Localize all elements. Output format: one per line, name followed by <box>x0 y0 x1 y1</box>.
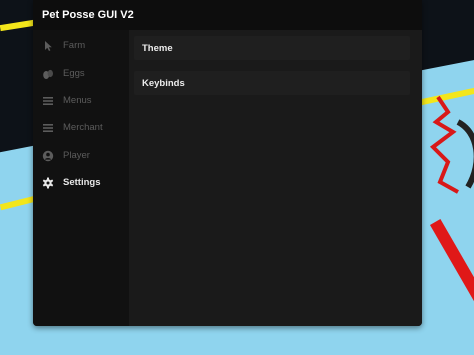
title-bar[interactable]: Pet Posse GUI V2 <box>33 0 422 30</box>
background-red-swirl <box>429 95 474 194</box>
sidebar-item-label: Menus <box>63 95 92 106</box>
sidebar-item-label: Merchant <box>63 122 103 133</box>
keybinds-section[interactable]: Keybinds <box>134 71 410 95</box>
sidebar: Farm Eggs Menus Merchant Player Settings <box>33 30 129 326</box>
gear-icon <box>42 177 54 189</box>
section-label: Theme <box>142 43 173 54</box>
theme-section[interactable]: Theme <box>134 36 410 60</box>
cursor-icon <box>45 41 52 51</box>
sidebar-item-farm[interactable]: Farm <box>33 35 129 57</box>
sidebar-item-merchant[interactable]: Merchant <box>33 117 129 139</box>
sidebar-item-label: Eggs <box>63 68 85 79</box>
background-red-bar <box>430 219 474 355</box>
menu-icon <box>43 97 53 105</box>
sidebar-item-label: Player <box>63 150 90 161</box>
sidebar-item-player[interactable]: Player <box>33 145 129 167</box>
sidebar-item-label: Settings <box>63 177 101 188</box>
sidebar-item-eggs[interactable]: Eggs <box>33 63 129 85</box>
menu-icon <box>43 124 53 132</box>
sidebar-item-settings[interactable]: Settings <box>33 172 129 194</box>
content-panel: Theme Keybinds <box>129 30 422 326</box>
section-label: Keybinds <box>142 78 185 89</box>
sidebar-item-menus[interactable]: Menus <box>33 90 129 112</box>
gui-window: Pet Posse GUI V2 Farm Eggs Menus Merchan… <box>33 0 422 326</box>
window-title: Pet Posse GUI V2 <box>42 9 134 21</box>
sidebar-item-label: Farm <box>63 40 86 51</box>
eggs-icon <box>43 69 53 79</box>
background-yellow-stripe <box>0 195 37 211</box>
user-icon <box>42 150 54 162</box>
